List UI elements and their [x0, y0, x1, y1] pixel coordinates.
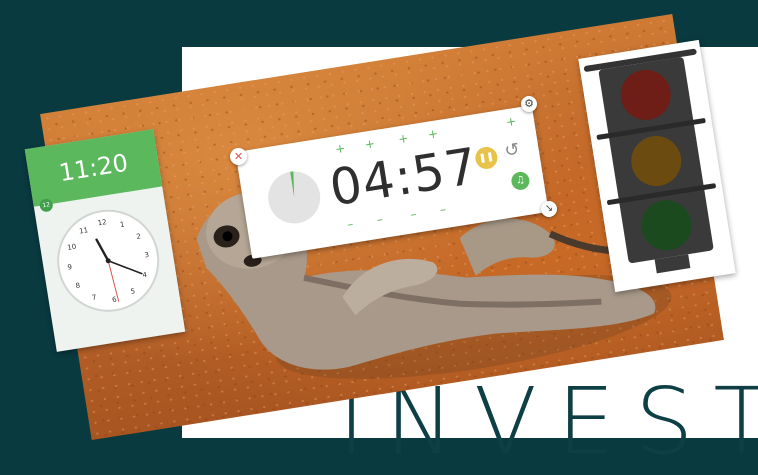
analog-clock: 12 1234567891011 [57, 209, 160, 312]
clock-number: 12 [97, 218, 107, 227]
increase-minutes-ones[interactable]: + [364, 136, 376, 151]
decrease-seconds-ones[interactable]: – [439, 202, 447, 217]
close-icon[interactable]: ✕ [230, 148, 247, 165]
increase-seconds-ones[interactable]: + [427, 126, 439, 141]
decrease-minutes-ones[interactable]: – [376, 212, 384, 227]
clock-number: 11 [79, 226, 89, 235]
timer-progress-circle [268, 171, 321, 224]
decrease-seconds-tens[interactable]: – [409, 207, 417, 222]
clock-number: 10 [67, 243, 77, 252]
timer-display: 04:57 [325, 136, 483, 218]
increase-minutes-tens[interactable]: + [334, 141, 346, 156]
reset-icon[interactable]: ↺ [503, 139, 521, 162]
decrease-minutes-tens[interactable]: – [346, 217, 354, 232]
gear-icon[interactable]: ⚙ [521, 96, 537, 112]
resize-icon[interactable]: ↘ [541, 201, 557, 217]
increase-extra[interactable]: + [505, 114, 517, 129]
music-icon[interactable]: ♫ [510, 170, 531, 192]
increase-seconds-tens[interactable]: + [397, 131, 409, 146]
